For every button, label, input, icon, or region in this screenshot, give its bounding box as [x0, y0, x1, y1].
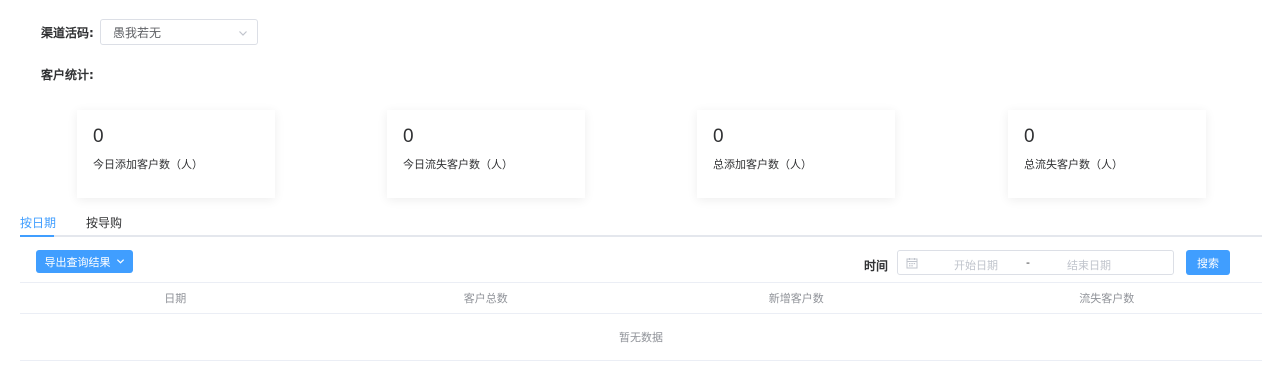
table-header: 日期 客户总数 新增客户数 流失客户数 — [20, 282, 1262, 314]
stat-desc: 总添加客户数（人） — [713, 158, 812, 171]
start-date-input[interactable]: 开始日期 — [950, 257, 1002, 273]
column-header-date: 日期 — [164, 292, 187, 305]
channel-code-label: 渠道活码: — [41, 26, 94, 40]
stat-value: 0 — [403, 126, 414, 147]
stats-table: 日期 客户总数 新增客户数 流失客户数 暂无数据 — [20, 282, 1262, 361]
export-results-button[interactable]: 导出查询结果 — [36, 250, 133, 273]
empty-table-message: 暂无数据 — [20, 314, 1262, 361]
chevron-down-icon — [116, 259, 124, 264]
stat-desc: 今日添加客户数（人） — [93, 158, 203, 171]
view-tabs: 按日期 按导购 — [20, 207, 1262, 237]
tab-by-guide[interactable]: 按导购 — [86, 214, 122, 231]
calendar-icon — [906, 258, 918, 269]
stat-value: 0 — [93, 126, 104, 147]
stat-card-total-added: 0 总添加客户数（人） — [697, 110, 895, 198]
tab-by-date[interactable]: 按日期 — [20, 214, 56, 231]
stat-value: 0 — [1024, 126, 1035, 147]
search-button[interactable]: 搜索 — [1186, 250, 1230, 275]
channel-code-select[interactable]: 愚我若无 — [100, 19, 258, 45]
range-separator: - — [1026, 256, 1030, 269]
chevron-down-icon — [239, 31, 247, 36]
date-range-picker[interactable]: 开始日期 - 结束日期 — [897, 250, 1174, 275]
column-header-new-customers: 新增客户数 — [768, 292, 824, 305]
customer-stats-page: 渠道活码: 愚我若无 客户统计: 0 今日添加客户数（人） 0 今日流失客户数（… — [0, 0, 1280, 386]
stat-card-total-lost: 0 总流失客户数（人） — [1008, 110, 1206, 198]
stat-card-today-lost: 0 今日流失客户数（人） — [387, 110, 585, 198]
stat-desc: 今日流失客户数（人） — [403, 158, 513, 171]
stat-card-today-added: 0 今日添加客户数（人） — [77, 110, 275, 198]
column-header-lost-customers: 流失客户数 — [1079, 292, 1135, 305]
channel-code-value: 愚我若无 — [113, 25, 162, 40]
customer-stats-label: 客户统计: — [41, 68, 94, 82]
stat-desc: 总流失客户数（人） — [1024, 158, 1123, 171]
time-label: 时间 — [864, 259, 889, 273]
stat-value: 0 — [713, 126, 724, 147]
active-tab-indicator — [20, 235, 54, 237]
end-date-input[interactable]: 结束日期 — [1063, 257, 1115, 273]
export-results-label: 导出查询结果 — [44, 255, 111, 269]
column-header-total-customers: 客户总数 — [463, 292, 508, 305]
